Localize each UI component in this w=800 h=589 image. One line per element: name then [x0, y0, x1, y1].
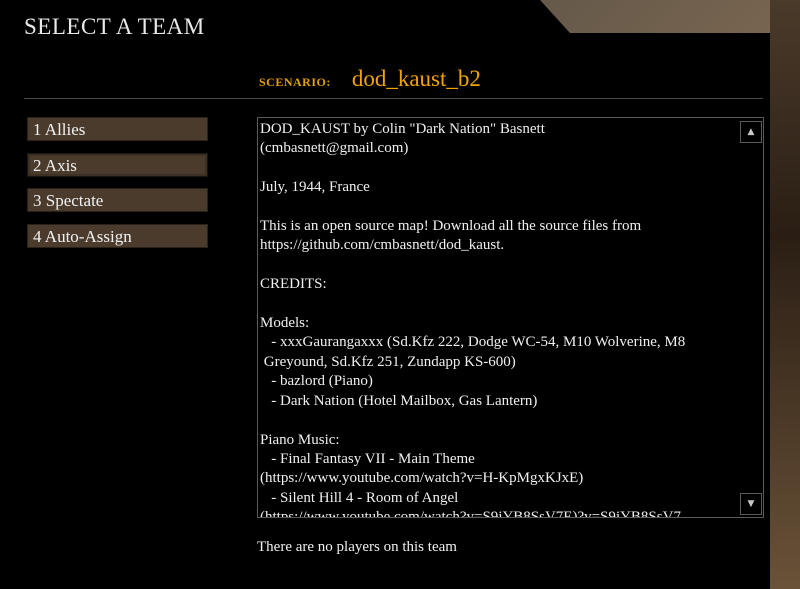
scenario-label: SCENARIO:: [259, 75, 331, 89]
team-button-axis[interactable]: 2 Axis: [27, 152, 208, 177]
team-select-panel: SELECT A TEAM SCENARIO: dod_kaust_b2 1 A…: [0, 0, 770, 589]
scrollbar[interactable]: ▲ ▼: [740, 119, 762, 516]
scenario-name: dod_kaust_b2: [351, 66, 481, 91]
window-title: SELECT A TEAM: [24, 14, 205, 39]
team-list: 1 Allies 2 Axis 3 Spectate 4 Auto-Assign: [27, 117, 208, 259]
map-info-text: DOD_KAUST by Colin "Dark Nation" Basnett…: [260, 121, 686, 518]
scenario-header: SCENARIO: dod_kaust_b2: [259, 66, 481, 92]
team-button-auto-assign[interactable]: 4 Auto-Assign: [27, 223, 208, 248]
divider: [24, 98, 763, 99]
team-status-text: There are no players on this team: [257, 539, 457, 555]
team-button-spectate[interactable]: 3 Spectate: [27, 188, 208, 212]
team-button-allies[interactable]: 1 Allies: [27, 117, 208, 141]
scroll-up-icon[interactable]: ▲: [740, 121, 762, 143]
panel-edge: [770, 0, 800, 589]
scroll-down-icon[interactable]: ▼: [740, 493, 762, 515]
map-info-box[interactable]: DOD_KAUST by Colin "Dark Nation" Basnett…: [257, 117, 764, 518]
